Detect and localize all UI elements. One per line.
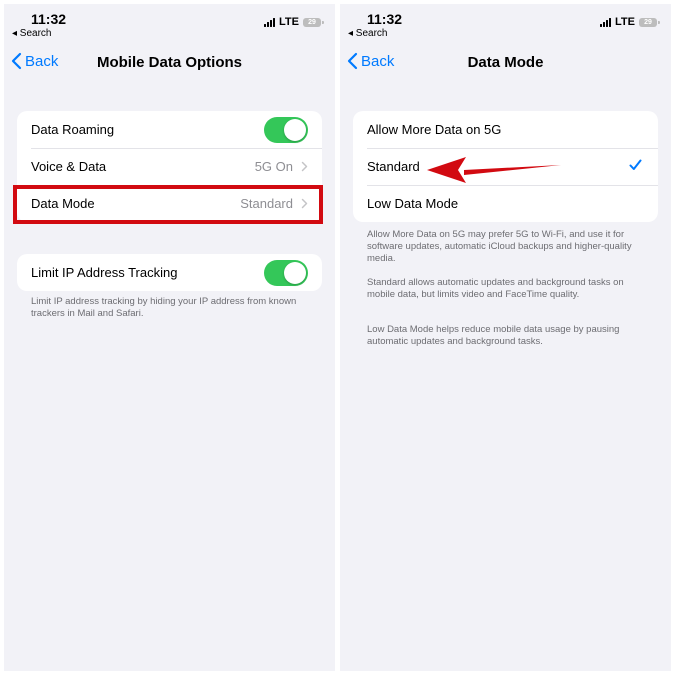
- row-data-roaming: Data Roaming: [17, 111, 322, 148]
- group-footer: Limit IP address tracking by hiding your…: [31, 296, 297, 319]
- option-label: Low Data Mode: [367, 196, 459, 211]
- limit-ip-tracking-toggle[interactable]: [264, 259, 308, 286]
- row-label: Data Roaming: [31, 122, 115, 137]
- row-value: 5G On: [254, 159, 293, 174]
- back-label: Back: [361, 52, 395, 70]
- data-mode-screen: 11:32 ◂ Search LTE 29 Back Data Mode All…: [340, 4, 671, 671]
- option-label: Allow More Data on 5G: [367, 122, 502, 137]
- status-bar: 11:32 ◂ Search LTE 29: [340, 4, 671, 48]
- navigation-bar: Back Data Mode: [340, 50, 671, 80]
- network-type: LTE: [279, 16, 299, 28]
- chevron-right-icon: [301, 161, 308, 172]
- row-limit-ip-tracking: Limit IP Address Tracking: [17, 254, 322, 291]
- back-to-search-link[interactable]: ◂ Search: [348, 28, 387, 39]
- option-description: Low Data Mode helps reduce mobile data u…: [367, 324, 620, 347]
- row-voice-data[interactable]: Voice & Data 5G On: [17, 148, 322, 185]
- red-arrow-icon: [427, 157, 561, 183]
- status-time: 11:32: [367, 11, 403, 27]
- option-description: Standard allows automatic updates and ba…: [367, 277, 624, 300]
- mobile-data-options-screen: 11:32 ◂ Search LTE 29 Back Mobile Data O…: [4, 4, 335, 671]
- network-type: LTE: [615, 16, 635, 28]
- option-description: Allow More Data on 5G may prefer 5G to W…: [367, 229, 632, 264]
- status-indicators: LTE 29: [600, 16, 660, 28]
- settings-group: Data Roaming Voice & Data 5G On Data Mod…: [17, 111, 322, 222]
- status-bar: 11:32 ◂ Search LTE 29: [4, 4, 335, 48]
- chevron-right-icon: [301, 198, 308, 209]
- back-label: Back: [25, 52, 59, 70]
- signal-icon: [600, 17, 612, 27]
- back-button[interactable]: Back: [11, 52, 58, 70]
- data-roaming-toggle[interactable]: [264, 116, 308, 143]
- row-data-mode[interactable]: Data Mode Standard: [17, 185, 322, 222]
- navigation-bar: Back Mobile Data Options: [4, 50, 335, 80]
- chevron-left-icon: [347, 52, 358, 70]
- row-value: Standard: [240, 196, 293, 211]
- settings-group: Limit IP Address Tracking: [17, 254, 322, 291]
- option-allow-more-data[interactable]: Allow More Data on 5G: [353, 111, 658, 148]
- row-label: Data Mode: [31, 196, 95, 211]
- battery-icon: 29: [639, 17, 660, 27]
- signal-icon: [264, 17, 276, 27]
- status-time: 11:32: [31, 11, 67, 27]
- chevron-left-icon: [11, 52, 22, 70]
- battery-icon: 29: [303, 17, 324, 27]
- back-button[interactable]: Back: [347, 52, 394, 70]
- back-to-search-link[interactable]: ◂ Search: [12, 28, 51, 39]
- status-indicators: LTE 29: [264, 16, 324, 28]
- row-label: Voice & Data: [31, 159, 107, 174]
- row-label: Limit IP Address Tracking: [31, 265, 178, 280]
- checkmark-icon: [629, 159, 642, 170]
- option-low-data-mode[interactable]: Low Data Mode: [353, 185, 658, 222]
